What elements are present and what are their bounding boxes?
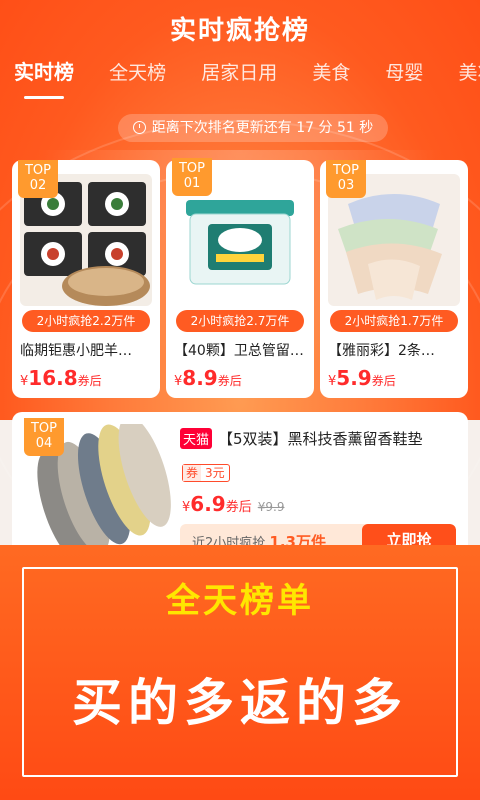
product-name: 临期钜惠小肥羊… [20, 343, 132, 359]
sold-count-pill: 2小时疯抢2.2万件 [22, 310, 150, 332]
tab-all-day[interactable]: 全天榜 [109, 58, 166, 85]
sold-count-pill: 2小时疯抢1.7万件 [330, 310, 458, 332]
page-title: 实时疯抢榜 [169, 16, 310, 46]
product-name: 【40颗】卫总管留… [174, 343, 304, 359]
tab-baby[interactable]: 母婴 [385, 58, 423, 85]
product-list-item-top04[interactable]: TOP 04 天猫 【5双装】黑科技香薰留香鞋垫 券 3元 ¥6.9券后 ¥9.9 近… [12, 412, 468, 562]
banner-title: 全天榜单 [166, 581, 314, 621]
rank-badge: TOP 02 [18, 160, 58, 198]
sold-count-pill: 2小时疯抢2.7万件 [176, 310, 304, 332]
product-card-top02[interactable]: TOP 02 2小时疯抢2.2万件 临期钜惠小肥羊… ¥16.8券后 [12, 160, 160, 398]
product-price: ¥8.9券后 [174, 366, 242, 390]
rank-badge: TOP 03 [326, 160, 366, 198]
product-price: ¥5.9券后 [328, 366, 396, 390]
banner-subtitle: 买的多返的多 [72, 674, 408, 732]
tab-food[interactable]: 美食 [312, 58, 350, 85]
rank-badge: TOP 01 [172, 158, 212, 196]
product-price: ¥16.8券后 [20, 366, 102, 390]
tab-beauty[interactable]: 美妆 [459, 58, 480, 85]
tmall-badge: 天猫 [180, 428, 213, 449]
countdown-text: 距离下次排名更新还有 17 分 51 秒 [151, 120, 374, 136]
product-price: ¥6.9券后 ¥9.9 [182, 492, 285, 516]
coupon-tag: 券 3元 [182, 464, 230, 482]
product-card-top01[interactable]: TOP 01 2小时疯抢2.7万件 【40颗】卫总管留… ¥8.9券后 [166, 158, 314, 398]
tab-home[interactable]: 居家日用 [201, 58, 277, 85]
original-price: ¥9.9 [257, 500, 285, 514]
product-name: 【雅丽彩】2条… [328, 343, 435, 359]
category-tabs: 实时榜 全天榜 居家日用 美食 母婴 美妆 [14, 56, 480, 99]
promo-banner: 全天榜单 买的多返的多 [0, 545, 480, 800]
product-card-top03[interactable]: TOP 03 2小时疯抢1.7万件 【雅丽彩】2条… ¥5.9券后 [320, 160, 468, 398]
countdown-bar: 距离下次排名更新还有 17 分 51 秒 [118, 114, 388, 142]
product-title: 天猫 【5双装】黑科技香薰留香鞋垫 [180, 428, 423, 449]
tab-realtime[interactable]: 实时榜 [14, 56, 74, 99]
rank-badge: TOP 04 [24, 418, 64, 456]
clock-icon [132, 121, 146, 134]
